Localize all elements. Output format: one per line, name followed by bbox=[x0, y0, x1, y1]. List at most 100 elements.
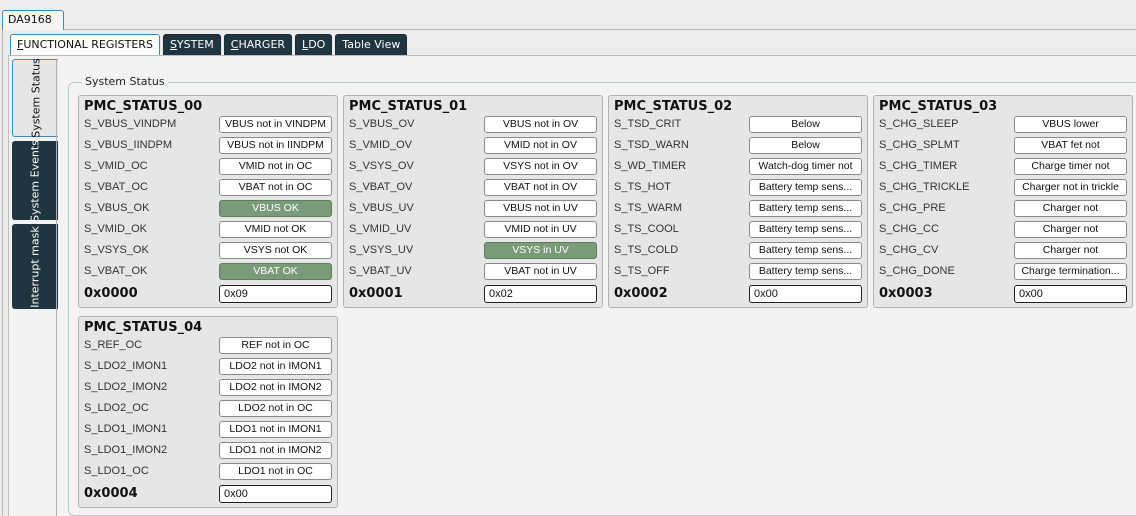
bit-label: S_CHG_SPLMT bbox=[879, 139, 960, 151]
register-value-field[interactable]: 0x00 bbox=[1014, 285, 1127, 303]
bit-label: S_VMID_OV bbox=[349, 139, 412, 151]
bit-status-field: VBUS not in UV bbox=[484, 200, 597, 217]
bit-status-field: Battery temp sens... bbox=[749, 263, 862, 280]
side-tab-system-events[interactable]: System Events bbox=[12, 140, 58, 221]
register-value-field[interactable]: 0x02 bbox=[484, 285, 597, 303]
register-row: S_CHG_SPLMT VBAT fet not bbox=[874, 136, 1132, 156]
register-row: S_VBUS_IINDPM VBUS not in IINDPM bbox=[79, 136, 337, 156]
register-value-field[interactable]: 0x00 bbox=[219, 485, 332, 503]
bit-status-field: Battery temp sens... bbox=[749, 242, 862, 259]
bit-status-field: VMID not OK bbox=[219, 221, 332, 238]
bit-status-field: VBAT not in OC bbox=[219, 179, 332, 196]
bit-status-field: Charger not bbox=[1014, 242, 1127, 259]
main-tabbar: FUNCTIONAL REGISTERS SYSTEM CHARGER LDO … bbox=[10, 34, 410, 55]
bit-label: S_TS_WARM bbox=[614, 202, 683, 214]
bit-status-field: LDO2 not in OC bbox=[219, 400, 332, 417]
register-panel: PMC_STATUS_04 S_REF_OC REF not in OC S_LDO2… bbox=[78, 316, 338, 508]
bit-status-field: VBUS not in VINDPM bbox=[219, 116, 332, 133]
bit-label: S_CHG_TIMER bbox=[879, 160, 958, 172]
register-row: S_TS_WARM Battery temp sens... bbox=[609, 199, 867, 219]
register-row: S_CHG_CV Charger not bbox=[874, 241, 1132, 261]
bit-status-field: LDO1 not in IMON1 bbox=[219, 421, 332, 438]
register-title: PMC_STATUS_04 bbox=[84, 320, 203, 335]
bit-status-field: VBAT not in OV bbox=[484, 179, 597, 196]
register-title: PMC_STATUS_03 bbox=[879, 99, 998, 114]
register-title: PMC_STATUS_01 bbox=[349, 99, 468, 114]
side-tab-divider bbox=[56, 59, 57, 516]
register-row: S_TS_HOT Battery temp sens... bbox=[609, 178, 867, 198]
register-value-field[interactable]: 0x00 bbox=[749, 285, 862, 303]
bit-status-field: VSYS not in OV bbox=[484, 158, 597, 175]
register-value-field[interactable]: 0x09 bbox=[219, 285, 332, 303]
bit-status-field: Battery temp sens... bbox=[749, 221, 862, 238]
tab-functional-registers[interactable]: FUNCTIONAL REGISTERS bbox=[10, 34, 160, 55]
bit-label: S_REF_OC bbox=[84, 339, 143, 351]
bit-status-field: REF not in OC bbox=[219, 337, 332, 354]
side-tabs: System Status System Events Interrupt ma… bbox=[12, 58, 58, 313]
register-row: S_CHG_TRICKLE Charger not in trickle bbox=[874, 178, 1132, 198]
register-row: S_VMID_UV VMID not in UV bbox=[344, 220, 602, 240]
bit-label: S_CHG_CC bbox=[879, 223, 939, 235]
register-row: S_CHG_PRE Charger not bbox=[874, 199, 1132, 219]
bit-label: S_VBUS_OV bbox=[349, 118, 415, 130]
register-row: S_CHG_CC Charger not bbox=[874, 220, 1132, 240]
register-row: S_LDO2_OC LDO2 not in OC bbox=[79, 399, 337, 419]
register-row: S_LDO2_IMON2 LDO2 not in IMON2 bbox=[79, 378, 337, 398]
bit-label: S_CHG_DONE bbox=[879, 265, 955, 277]
bit-status-field: LDO2 not in IMON2 bbox=[219, 379, 332, 396]
tab-ldo[interactable]: LDO bbox=[295, 34, 333, 55]
bit-status-field: Watch-dog timer not bbox=[749, 158, 862, 175]
register-row: S_TSD_WARN Below bbox=[609, 136, 867, 156]
register-address: 0x0004 bbox=[84, 486, 138, 501]
register-row: S_WD_TIMER Watch-dog timer not bbox=[609, 157, 867, 177]
register-row: S_VSYS_OV VSYS not in OV bbox=[344, 157, 602, 177]
side-tab-interrupt-mask[interactable]: Interrupt mask bbox=[12, 224, 58, 309]
register-address: 0x0001 bbox=[349, 286, 403, 301]
tab-charger[interactable]: CHARGER bbox=[223, 34, 293, 55]
register-row: S_VBAT_OV VBAT not in OV bbox=[344, 178, 602, 198]
register-row: S_CHG_DONE Charge termination... bbox=[874, 262, 1132, 282]
bit-status-field: VBUS not in IINDPM bbox=[219, 137, 332, 154]
bit-label: S_VSYS_UV bbox=[349, 244, 414, 256]
bit-status-field: VMID not in OV bbox=[484, 137, 597, 154]
bit-label: S_TSD_WARN bbox=[614, 139, 689, 151]
register-row: S_REF_OC REF not in OC bbox=[79, 336, 337, 356]
bit-status-field: VBUS lower bbox=[1014, 116, 1127, 133]
bit-status-field: VSYS not OK bbox=[219, 242, 332, 259]
bit-label: S_VSYS_OK bbox=[84, 244, 149, 256]
bit-status-field: Charger not in trickle bbox=[1014, 179, 1127, 196]
bit-label: S_TS_HOT bbox=[614, 181, 671, 193]
bit-label: S_CHG_CV bbox=[879, 244, 939, 256]
bit-status-field: Below bbox=[749, 116, 862, 133]
bit-status-field: VBUS not in OV bbox=[484, 116, 597, 133]
tab-system[interactable]: SYSTEM bbox=[162, 34, 221, 55]
register-row: S_LDO1_OC LDO1 not in OC bbox=[79, 462, 337, 482]
bit-label: S_VSYS_OV bbox=[349, 160, 414, 172]
bit-label: S_LDO2_IMON2 bbox=[84, 381, 168, 393]
bit-label: S_CHG_PRE bbox=[879, 202, 946, 214]
bit-status-field: Battery temp sens... bbox=[749, 200, 862, 217]
bit-label: S_TS_COOL bbox=[614, 223, 679, 235]
register-panel: PMC_STATUS_03 S_CHG_SLEEP VBUS lower S_CHG_… bbox=[873, 95, 1133, 308]
bit-status-field: VBAT OK bbox=[219, 263, 332, 280]
register-address: 0x0003 bbox=[879, 286, 933, 301]
register-row: S_CHG_SLEEP VBUS lower bbox=[874, 115, 1132, 135]
bit-status-field: VBUS OK bbox=[219, 200, 332, 217]
device-tab[interactable]: DA9168 bbox=[2, 10, 64, 30]
bit-status-field: LDO2 not in IMON1 bbox=[219, 358, 332, 375]
bit-label: S_LDO2_OC bbox=[84, 402, 149, 414]
register-row: S_TS_COLD Battery temp sens... bbox=[609, 241, 867, 261]
bit-label: S_CHG_TRICKLE bbox=[879, 181, 970, 193]
bit-status-field: Charger not bbox=[1014, 221, 1127, 238]
tab-table-view[interactable]: Table View bbox=[335, 34, 408, 55]
side-tab-system-status[interactable]: System Status bbox=[12, 58, 58, 138]
bit-label: S_WD_TIMER bbox=[614, 160, 687, 172]
register-row: S_VSYS_OK VSYS not OK bbox=[79, 241, 337, 261]
bit-label: S_VBAT_OV bbox=[349, 181, 413, 193]
bit-status-field: VSYS in UV bbox=[484, 242, 597, 259]
bit-label: S_LDO1_IMON2 bbox=[84, 444, 168, 456]
bit-label: S_VMID_OC bbox=[84, 160, 148, 172]
bit-status-field: VMID not in UV bbox=[484, 221, 597, 238]
register-row: S_TSD_CRIT Below bbox=[609, 115, 867, 135]
register-row: S_LDO1_IMON2 LDO1 not in IMON2 bbox=[79, 441, 337, 461]
